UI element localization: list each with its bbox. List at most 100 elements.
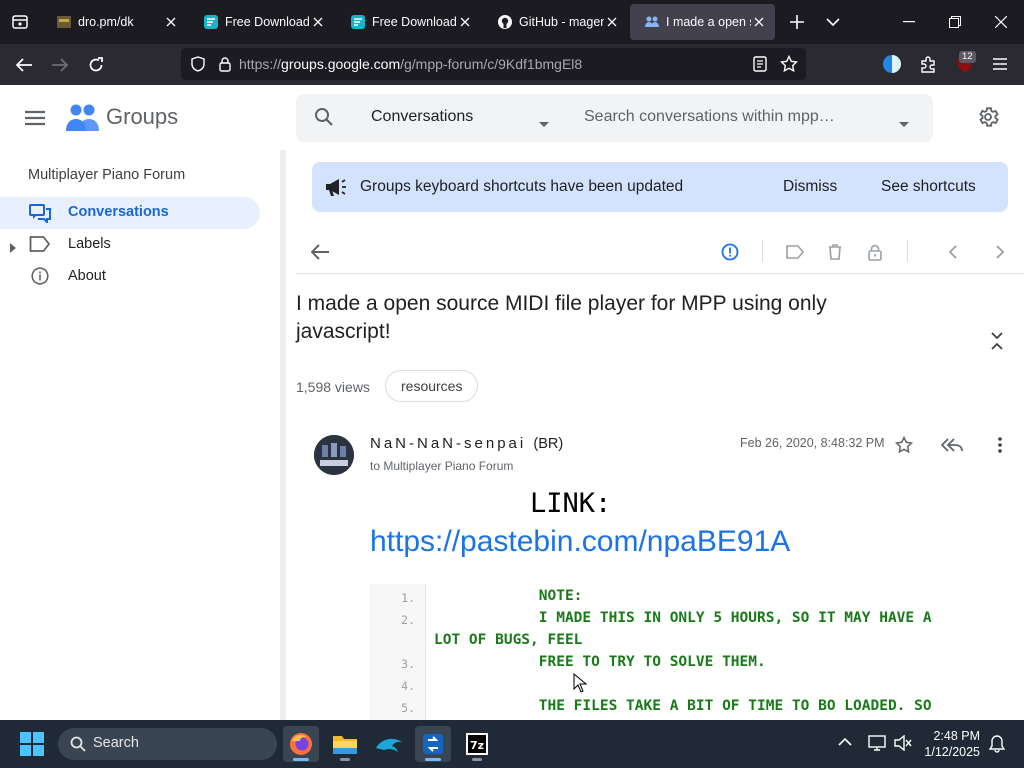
previous-thread-icon[interactable] xyxy=(938,238,966,266)
report-icon[interactable] xyxy=(716,238,744,266)
close-tab-icon[interactable] xyxy=(457,14,473,30)
close-window-icon[interactable] xyxy=(978,0,1024,44)
reader-view-icon[interactable] xyxy=(753,56,767,72)
reply-all-icon[interactable] xyxy=(940,433,964,457)
forward-arrow-icon[interactable] xyxy=(42,49,78,81)
author-name[interactable]: NaN-NaN-senpai (BR) xyxy=(370,435,563,452)
search-icon xyxy=(70,736,86,757)
line-number: 5. xyxy=(401,701,415,715)
toolbar-divider xyxy=(907,240,908,262)
thread-title: I made a open source MIDI file player fo… xyxy=(296,292,827,343)
back-arrow-icon[interactable] xyxy=(6,49,42,81)
see-shortcuts-button[interactable]: See shortcuts xyxy=(881,178,976,196)
tag-chip[interactable]: resources xyxy=(385,370,479,402)
network-icon[interactable] xyxy=(868,735,886,756)
line-number: 3. xyxy=(401,657,415,671)
close-tab-icon[interactable] xyxy=(604,14,620,30)
download-manager-taskbar-icon[interactable] xyxy=(415,726,451,762)
windows-start-icon[interactable] xyxy=(20,732,44,761)
scope-dropdown-icon[interactable] xyxy=(539,114,549,132)
thread-view: Groups keyboard shortcuts have been upda… xyxy=(286,150,1024,720)
conversations-icon xyxy=(29,203,51,228)
running-indicator xyxy=(472,758,482,761)
sidebar-forum-name: Multiplayer Piano Forum xyxy=(28,167,186,183)
dolphin-app-taskbar-icon[interactable] xyxy=(371,726,407,762)
lock-icon[interactable] xyxy=(219,56,231,72)
main-menu-icon[interactable] xyxy=(22,105,48,131)
notifications-bell-icon[interactable] xyxy=(988,735,1006,758)
more-options-icon[interactable] xyxy=(988,433,1012,457)
clock-time: 2:48 PM xyxy=(933,729,980,743)
banner-text: Groups keyboard shortcuts have been upda… xyxy=(360,178,684,195)
browser-tab-4[interactable]: GitHub - magenta/ xyxy=(483,4,628,40)
settings-gear-icon[interactable] xyxy=(976,105,1000,134)
pastebin-link[interactable]: https://pastebin.com/npaBE91A xyxy=(370,525,790,558)
toolbar-divider xyxy=(762,240,763,262)
minimize-window-icon[interactable] xyxy=(886,0,932,44)
search-options-icon[interactable] xyxy=(899,114,909,132)
sidebar-item-conversations[interactable]: Conversations xyxy=(0,197,260,229)
search-icon[interactable] xyxy=(314,107,334,132)
dismiss-button[interactable]: Dismiss xyxy=(783,178,837,196)
browser-tab-1[interactable]: dro.pm/dk xyxy=(42,4,187,40)
delete-icon[interactable] xyxy=(821,238,849,266)
new-tab-icon[interactable] xyxy=(779,4,815,40)
info-icon xyxy=(31,267,49,290)
volume-muted-icon[interactable] xyxy=(894,734,912,756)
next-thread-icon[interactable] xyxy=(986,238,1014,266)
browser-tab-strip: dro.pm/dk Free Download | Ma Free Downlo… xyxy=(0,0,1024,44)
groups-header: Groups Conversations Search conversation… xyxy=(0,85,1024,149)
running-indicator xyxy=(293,758,309,761)
line-number: 4. xyxy=(401,679,415,693)
post-link-line: LINK: https://pastebin.com/npaBE91A xyxy=(370,484,990,561)
groups-logo[interactable]: Groups xyxy=(66,100,178,134)
groups-brand: Groups xyxy=(106,104,179,129)
taskbar-search-label: Search xyxy=(93,735,139,751)
restore-window-icon[interactable] xyxy=(932,0,978,44)
browser-tab-5[interactable]: I made a open so xyxy=(630,4,775,40)
extension-icon[interactable] xyxy=(882,54,902,74)
search-input[interactable]: Search conversations within mpp… xyxy=(584,108,835,126)
app-menu-icon[interactable] xyxy=(992,57,1008,71)
url-text[interactable]: https://groups.google.com/g/mpp-forum/c/… xyxy=(239,56,582,72)
collapse-all-icon[interactable] xyxy=(990,332,1004,355)
url-prefix: https:// xyxy=(239,56,282,72)
label-icon[interactable] xyxy=(781,238,809,266)
taskbar-search[interactable]: Search xyxy=(58,728,277,760)
label-tag-icon xyxy=(29,235,51,258)
lock-thread-icon[interactable] xyxy=(861,238,889,266)
close-tab-icon[interactable] xyxy=(751,14,767,30)
file-explorer-taskbar-icon[interactable] xyxy=(327,726,363,762)
search-scope-select[interactable]: Conversations xyxy=(371,108,473,126)
browser-tab-3[interactable]: Free Download | Ma xyxy=(336,4,481,40)
bookmark-star-icon[interactable] xyxy=(780,55,798,73)
extensions-puzzle-icon[interactable] xyxy=(919,55,937,73)
sidebar-item-label: Conversations xyxy=(68,204,169,220)
expand-arrow-icon[interactable] xyxy=(10,240,16,258)
star-icon[interactable] xyxy=(892,433,916,457)
close-tab-icon[interactable] xyxy=(310,14,326,30)
back-to-list-icon[interactable] xyxy=(306,238,334,266)
tab-manager-icon[interactable] xyxy=(0,0,40,44)
7zip-taskbar-icon[interactable]: 7z xyxy=(459,726,495,762)
code-line: NOTE: xyxy=(434,588,583,604)
address-bar[interactable]: https://groups.google.com/g/mpp-forum/c/… xyxy=(181,48,806,80)
google-groups-icon xyxy=(644,14,660,30)
show-hidden-icons-chevron-icon[interactable] xyxy=(838,734,852,752)
sidebar-item-labels[interactable]: Labels xyxy=(0,229,260,261)
firefox-taskbar-icon[interactable] xyxy=(283,726,319,762)
avatar[interactable] xyxy=(314,435,354,475)
code-line: FREE TO TRY TO SOLVE THEM. xyxy=(434,654,766,670)
url-host: groups.google.com xyxy=(281,56,401,72)
browser-tab-2[interactable]: Free Download | Ma xyxy=(189,4,334,40)
list-all-tabs-icon[interactable] xyxy=(815,4,851,40)
search-bar[interactable]: Conversations Search conversations withi… xyxy=(296,94,933,142)
url-path: /g/mpp-forum/c/9Kdf1bmgEl8 xyxy=(400,56,583,72)
system-clock[interactable]: 2:48 PM 1/12/2025 xyxy=(920,728,980,760)
close-tab-icon[interactable] xyxy=(163,14,179,30)
post-recipient: to Multiplayer Piano Forum xyxy=(370,459,514,473)
tracking-shield-icon[interactable] xyxy=(191,56,205,72)
reload-icon[interactable] xyxy=(78,49,114,81)
sidebar-item-about[interactable]: About xyxy=(0,261,260,293)
extension-badge: 12 xyxy=(959,51,976,63)
